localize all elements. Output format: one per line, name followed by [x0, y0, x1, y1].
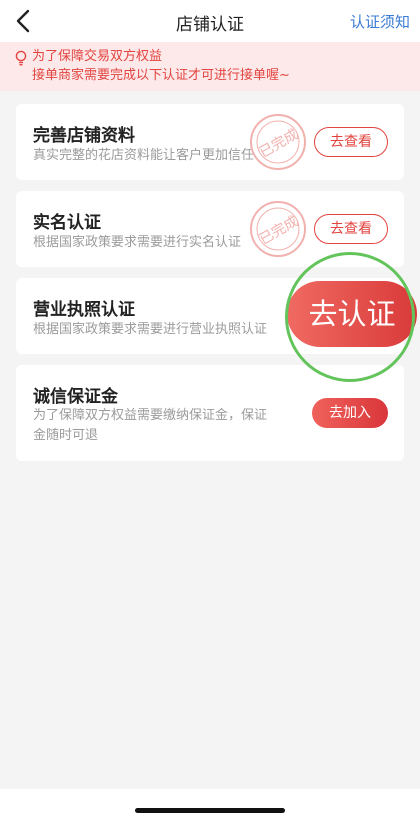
notice-line-2: 接单商家需要完成以下认证才可进行接单喔~ — [32, 68, 290, 83]
card-title: 实名认证 — [33, 213, 101, 233]
completed-stamp-icon: 已完成 — [250, 201, 306, 257]
nav-bar: 店铺认证 认证须知 — [0, 0, 420, 42]
view-button-store-info[interactable]: 去查看 — [314, 127, 388, 157]
stamp-label: 已完成 — [257, 126, 301, 161]
join-button-deposit[interactable]: 去加入 — [312, 398, 388, 428]
card-title: 诚信保证金 — [33, 387, 118, 407]
notice-banner: 为了保障交易双方权益 接单商家需要完成以下认证才可进行接单喔~ — [0, 42, 420, 91]
card-desc: 真实完整的花店资料能让客户更加信任 — [33, 148, 255, 163]
card-desc: 根据国家政策要求需要进行营业执照认证 — [33, 322, 268, 337]
certification-notice-link[interactable]: 认证须知 — [350, 11, 410, 32]
lightbulb-icon — [15, 50, 27, 66]
completed-stamp-icon: 已完成 — [250, 114, 306, 170]
view-button-real-name[interactable]: 去查看 — [314, 214, 388, 244]
card-title: 营业执照认证 — [33, 300, 135, 320]
card-desc-line-2: 金随时可退 — [33, 428, 99, 443]
stamp-label: 已完成 — [257, 213, 301, 248]
card-store-info: 完善店铺资料 真实完整的花店资料能让客户更加信任 已完成 去查看 — [16, 104, 404, 180]
home-indicator[interactable] — [135, 808, 285, 813]
card-desc-line-1: 为了保障双方权益需要缴纳保证金，保证 — [33, 408, 268, 423]
card-desc: 根据国家政策要求需要进行实名认证 — [33, 235, 242, 250]
notice-line-1: 为了保障交易双方权益 — [32, 49, 163, 64]
bottom-safe-area — [0, 789, 420, 823]
highlight-ring — [285, 252, 415, 382]
card-title: 完善店铺资料 — [33, 126, 135, 146]
